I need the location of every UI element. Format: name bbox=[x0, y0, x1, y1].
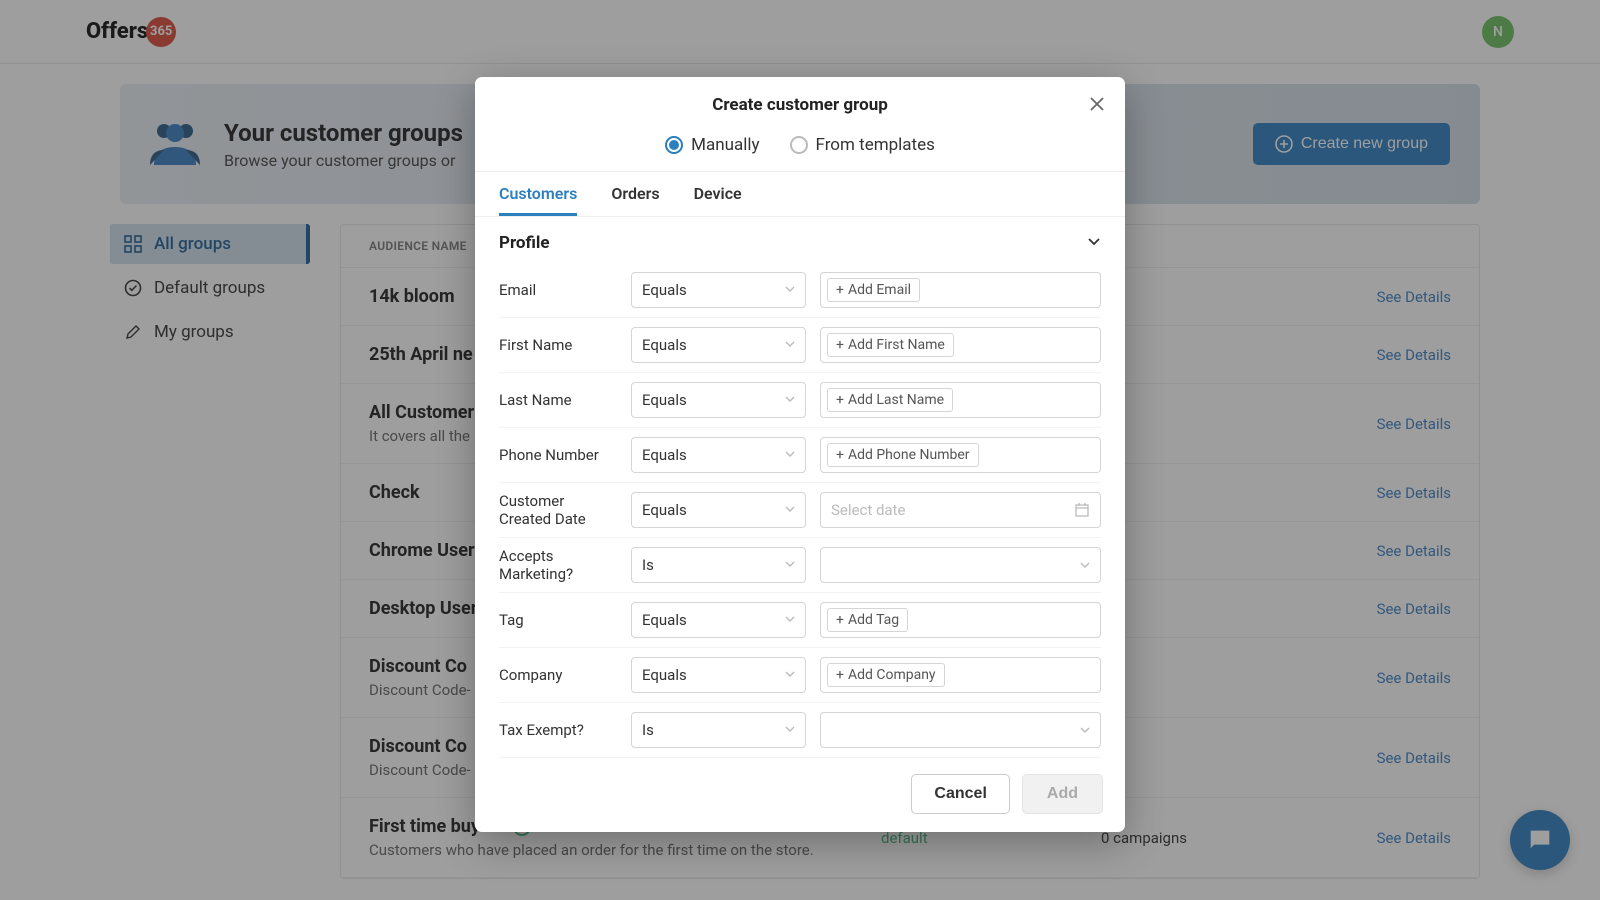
tab-orders[interactable]: Orders bbox=[611, 184, 659, 216]
operator-select[interactable]: Is bbox=[631, 547, 806, 583]
plus-icon: + bbox=[836, 282, 844, 298]
chevron-down-icon bbox=[785, 284, 795, 294]
filter-row: Tax Exempt? Is bbox=[499, 703, 1101, 758]
value-tagbox[interactable]: + Add Phone Number bbox=[820, 437, 1101, 473]
operator-select[interactable]: Is bbox=[631, 712, 806, 748]
section-title: Profile bbox=[499, 233, 550, 253]
add-value-chip[interactable]: + Add Phone Number bbox=[827, 443, 979, 467]
tab-customers[interactable]: Customers bbox=[499, 184, 577, 216]
chevron-down-icon bbox=[1080, 725, 1090, 735]
filter-row: Company Equals + Add Company bbox=[499, 648, 1101, 703]
plus-icon: + bbox=[836, 667, 844, 683]
operator-select[interactable]: Equals bbox=[631, 272, 806, 308]
field-label: Phone Number bbox=[499, 446, 617, 464]
chevron-down-icon bbox=[785, 669, 795, 679]
add-value-chip[interactable]: + Add First Name bbox=[827, 333, 954, 357]
value-tagbox[interactable]: + Add Email bbox=[820, 272, 1101, 308]
value-tagbox[interactable]: + Add Last Name bbox=[820, 382, 1101, 418]
operator-select[interactable]: Equals bbox=[631, 382, 806, 418]
modal-overlay[interactable]: Create customer group Manually From temp… bbox=[0, 0, 1600, 900]
value-tagbox[interactable]: + Add Company bbox=[820, 657, 1101, 693]
field-label: Email bbox=[499, 281, 617, 299]
filter-row: Last Name Equals + Add Last Name bbox=[499, 373, 1101, 428]
date-input[interactable]: Select date bbox=[820, 492, 1101, 528]
chevron-down-icon bbox=[785, 614, 795, 624]
add-button[interactable]: Add bbox=[1022, 774, 1103, 814]
field-label: Tag bbox=[499, 611, 617, 629]
filter-row: Accepts Marketing? Is bbox=[499, 538, 1101, 593]
close-icon bbox=[1089, 96, 1105, 112]
filter-row: First Name Equals + Add First Name bbox=[499, 318, 1101, 373]
add-value-chip[interactable]: + Add Last Name bbox=[827, 388, 953, 412]
field-label: First Name bbox=[499, 336, 617, 354]
plus-icon: + bbox=[836, 392, 844, 408]
add-value-chip[interactable]: + Add Company bbox=[827, 663, 945, 687]
chevron-down-icon bbox=[785, 394, 795, 404]
plus-icon: + bbox=[836, 447, 844, 463]
field-label: Tax Exempt? bbox=[499, 721, 617, 739]
filter-row: Email Equals + Add Email bbox=[499, 263, 1101, 318]
value-tagbox[interactable]: + Add First Name bbox=[820, 327, 1101, 363]
radio-icon bbox=[790, 136, 808, 154]
field-label: Accepts Marketing? bbox=[499, 547, 617, 583]
filter-row: Tag Equals + Add Tag bbox=[499, 593, 1101, 648]
field-label: Company bbox=[499, 666, 617, 684]
create-group-modal: Create customer group Manually From temp… bbox=[475, 77, 1125, 832]
operator-select[interactable]: Equals bbox=[631, 657, 806, 693]
chevron-down-icon bbox=[1080, 560, 1090, 570]
radio-icon bbox=[665, 136, 683, 154]
value-tagbox[interactable]: + Add Tag bbox=[820, 602, 1101, 638]
operator-select[interactable]: Equals bbox=[631, 492, 806, 528]
field-label: Customer Created Date bbox=[499, 492, 617, 528]
field-label: Last Name bbox=[499, 391, 617, 409]
radio-from-templates[interactable]: From templates bbox=[790, 135, 935, 155]
chevron-down-icon bbox=[785, 339, 795, 349]
chevron-down-icon bbox=[785, 504, 795, 514]
collapse-toggle[interactable] bbox=[1087, 234, 1101, 253]
chevron-down-icon bbox=[1087, 235, 1101, 249]
plus-icon: + bbox=[836, 337, 844, 353]
chevron-down-icon bbox=[785, 449, 795, 459]
add-value-chip[interactable]: + Add Tag bbox=[827, 608, 908, 632]
radio-manually[interactable]: Manually bbox=[665, 135, 759, 155]
filter-row: Phone Number Equals + Add Phone Number bbox=[499, 428, 1101, 483]
filter-row: Customer Created Date Equals Select date bbox=[499, 483, 1101, 538]
calendar-icon bbox=[1074, 502, 1090, 518]
cancel-button[interactable]: Cancel bbox=[911, 774, 1009, 814]
operator-select[interactable]: Equals bbox=[631, 602, 806, 638]
value-select[interactable] bbox=[820, 547, 1101, 583]
plus-icon: + bbox=[836, 612, 844, 628]
chevron-down-icon bbox=[785, 559, 795, 569]
modal-title: Create customer group bbox=[499, 95, 1101, 115]
operator-select[interactable]: Equals bbox=[631, 437, 806, 473]
chevron-down-icon bbox=[785, 724, 795, 734]
tab-device[interactable]: Device bbox=[694, 184, 742, 216]
operator-select[interactable]: Equals bbox=[631, 327, 806, 363]
add-value-chip[interactable]: + Add Email bbox=[827, 278, 920, 302]
modal-close-button[interactable] bbox=[1089, 95, 1105, 118]
value-select[interactable] bbox=[820, 712, 1101, 748]
